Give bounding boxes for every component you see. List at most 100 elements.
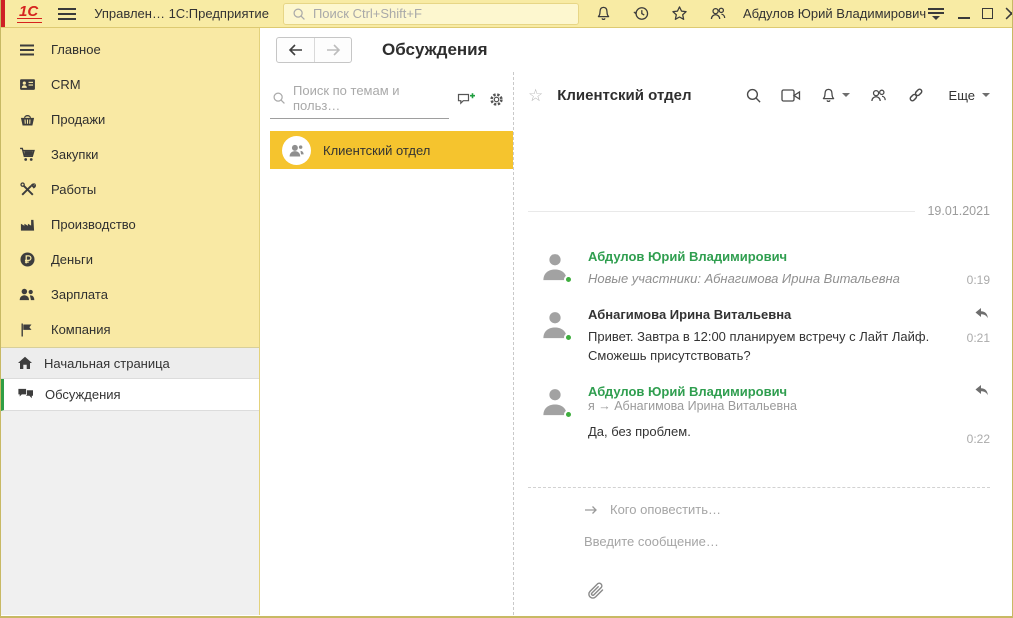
close-button[interactable]	[1005, 7, 1013, 20]
maximize-button[interactable]	[982, 8, 993, 19]
online-status-dot	[564, 333, 573, 342]
message-text: Да, без проблем.	[588, 423, 948, 442]
factory-icon	[18, 216, 36, 234]
sidebar-item-label: Главное	[51, 42, 101, 57]
sidebar-item-label: Деньги	[51, 252, 93, 267]
group-avatar	[282, 136, 311, 165]
page-header: Обсуждения	[260, 28, 1012, 72]
app-window: 1С Управлен… 1С:Предприятие Поиск Ctrl+S…	[0, 0, 1013, 618]
sidebar-item-crm[interactable]: CRM	[1, 67, 259, 102]
discussion-list-item-selected[interactable]: Клиентский отдел	[270, 131, 513, 169]
sidebar-item-production[interactable]: Производство	[1, 207, 259, 242]
notification-settings-bell-icon[interactable]	[820, 87, 850, 104]
avatar	[540, 251, 570, 285]
sidebar-item-label: Закупки	[51, 147, 98, 162]
date-label: 19.01.2021	[927, 204, 990, 218]
chat-bubbles-icon	[17, 387, 34, 403]
chevron-down-icon	[842, 93, 850, 97]
page-title: Обсуждения	[382, 40, 488, 60]
message: Абдулов Юрий Владимирович Новые участник…	[528, 240, 990, 298]
users-icon[interactable]	[709, 5, 727, 22]
menu-icon	[18, 41, 36, 59]
main-menu-icon[interactable]	[926, 8, 946, 20]
new-discussion-icon[interactable]	[457, 91, 476, 108]
more-button[interactable]: Еще	[949, 88, 990, 103]
history-icon[interactable]	[633, 5, 650, 22]
discussion-name: Клиентский отдел	[323, 143, 430, 158]
avatar	[540, 386, 570, 420]
message-author[interactable]: Абдулов Юрий Владимирович	[588, 384, 948, 399]
more-label: Еще	[949, 88, 975, 103]
compose-area: Кого оповестить… Введите сообщение…	[528, 487, 990, 615]
favorites-star-icon[interactable]	[671, 5, 688, 22]
search-icon	[272, 91, 286, 105]
settings-gear-icon[interactable]	[488, 91, 505, 108]
notifications-bell-icon[interactable]	[595, 5, 612, 22]
flag-icon	[18, 321, 36, 339]
sidebar-item-label: Компания	[51, 322, 111, 337]
online-status-dot	[564, 275, 573, 284]
tools-icon	[18, 181, 36, 199]
message-input[interactable]: Введите сообщение…	[540, 534, 990, 549]
message: Абдулов Юрий Владимирович я → Абнагимова…	[528, 375, 990, 455]
favorite-star-icon[interactable]: ☆	[528, 87, 543, 104]
sidebar-filler	[1, 411, 259, 615]
message: Абнагимова Ирина Витальевна Привет. Завт…	[528, 298, 990, 375]
cart-icon	[18, 146, 36, 164]
sidebar-item-company[interactable]: Компания	[1, 312, 259, 347]
message-text: Привет. Завтра в 12:00 планируем встречу…	[588, 328, 948, 366]
search-icon	[292, 7, 306, 21]
link-icon[interactable]	[907, 86, 925, 104]
search-placeholder: Поиск по темам и польз…	[293, 83, 449, 113]
sidebar-item-salary[interactable]: Зарплата	[1, 277, 259, 312]
message-author[interactable]: Абдулов Юрий Владимирович	[588, 249, 948, 264]
sidebar-item-sales[interactable]: Продажи	[1, 102, 259, 137]
notify-placeholder: Кого оповестить…	[610, 502, 721, 517]
sidebar-item-purchases[interactable]: Закупки	[1, 137, 259, 172]
main-content: Обсуждения Поиск по темам и польз…	[260, 28, 1012, 615]
forward-button[interactable]	[314, 38, 351, 62]
message-time: 0:21	[967, 331, 990, 345]
hamburger-menu-icon[interactable]	[58, 8, 76, 20]
sections-menu: Главное CRM Продажи	[1, 28, 259, 347]
sidebar-item-main[interactable]: Главное	[1, 32, 259, 67]
discussion-search-input[interactable]: Поиск по темам и польз…	[270, 80, 449, 119]
home-icon	[17, 355, 33, 371]
reply-arrow-icon[interactable]	[974, 384, 990, 399]
message-history: 19.01.2021 Абдулов Юрий Владимирович Нов…	[514, 112, 1012, 487]
notify-field[interactable]: Кого оповестить…	[540, 502, 990, 517]
tab-label: Начальная страница	[44, 356, 170, 371]
message-placeholder: Введите сообщение…	[584, 534, 719, 549]
discussion-title: Клиентский отдел	[557, 87, 691, 104]
current-user-name[interactable]: Абдулов Юрий Владимирович	[743, 6, 926, 21]
discussion-list-panel: Поиск по темам и польз…	[260, 72, 513, 615]
window-title: Управлен… 1С:Предприятие	[94, 6, 269, 21]
basket-icon	[18, 111, 36, 129]
participants-icon[interactable]	[869, 87, 888, 104]
back-button[interactable]	[277, 38, 314, 62]
sidebar-item-label: Продажи	[51, 112, 105, 127]
search-in-discussion-icon[interactable]	[745, 87, 762, 104]
minimize-button[interactable]	[958, 9, 970, 19]
tab-home-page[interactable]: Начальная страница	[1, 347, 259, 379]
message-time: 0:22	[967, 432, 990, 446]
arrow-right-icon	[584, 505, 598, 515]
sidebar-item-works[interactable]: Работы	[1, 172, 259, 207]
message-time: 0:19	[967, 273, 990, 287]
tab-discussions[interactable]: Обсуждения	[1, 379, 259, 411]
discussion-header: ☆ Клиентский отдел	[514, 72, 1012, 112]
sidebar: Главное CRM Продажи	[1, 28, 260, 615]
global-search-input[interactable]: Поиск Ctrl+Shift+F	[283, 3, 579, 25]
people-icon	[18, 286, 36, 304]
video-call-icon[interactable]	[781, 88, 801, 103]
attach-paperclip-icon[interactable]	[586, 581, 605, 600]
open-tabs: Начальная страница Обсуждения	[1, 347, 259, 411]
sidebar-item-money[interactable]: Деньги	[1, 242, 259, 277]
message-text: Новые участники: Абнагимова Ирина Виталь…	[588, 270, 948, 289]
message-author[interactable]: Абнагимова Ирина Витальевна	[588, 307, 948, 322]
title-bar: 1С Управлен… 1С:Предприятие Поиск Ctrl+S…	[1, 0, 1012, 28]
search-placeholder: Поиск Ctrl+Shift+F	[313, 6, 422, 21]
message-recipient: я → Абнагимова Ирина Витальевна	[588, 399, 948, 413]
tab-label: Обсуждения	[45, 387, 121, 402]
reply-arrow-icon[interactable]	[974, 307, 990, 322]
